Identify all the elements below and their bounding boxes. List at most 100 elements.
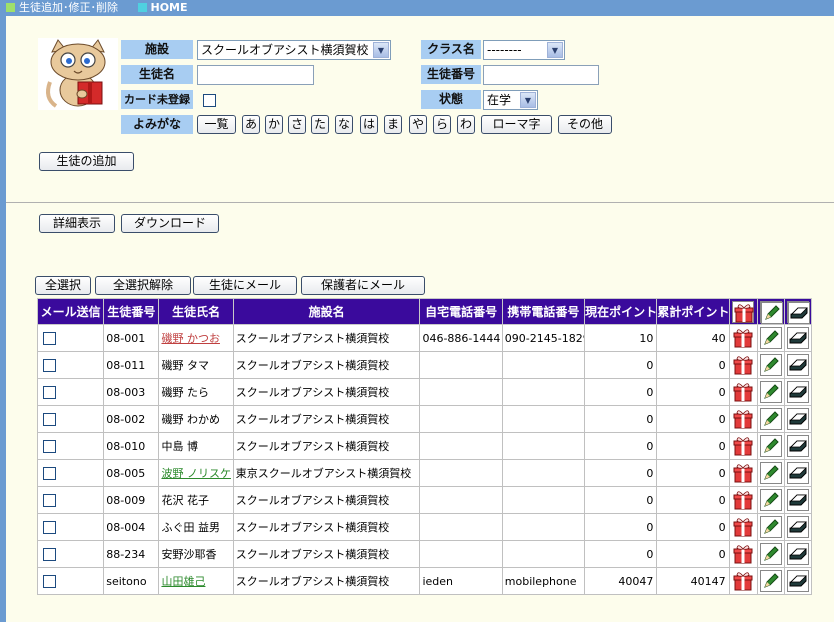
total-points-cell: 0 [656,513,730,541]
eraser-icon[interactable] [786,489,809,511]
class-select[interactable]: -------- ▼ [483,40,565,60]
pencil-icon[interactable] [759,435,782,457]
eraser-icon[interactable] [786,327,809,349]
card-unregistered-label: カード未登録 [121,90,193,109]
student-number-input[interactable] [483,65,599,85]
download-button[interactable]: ダウンロード [121,214,219,233]
pencil-icon[interactable] [759,489,782,511]
col-header-name[interactable]: 生徒氏名 [158,298,234,325]
eraser-icon[interactable] [786,408,809,430]
yomi-button-all[interactable]: 一覧 [197,115,236,134]
mail-checkbox[interactable] [43,412,56,426]
gift-icon [732,300,755,323]
title-square-icon [6,3,15,12]
yomi-button-sa[interactable]: さ [288,115,306,134]
eraser-icon[interactable] [786,381,809,403]
mail-student-button[interactable]: 生徒にメール [193,276,297,295]
pencil-icon[interactable] [759,462,782,484]
total-points-cell: 0 [656,540,730,568]
total-points-cell: 0 [656,405,730,433]
gift-icon[interactable] [732,570,754,592]
yomi-button-ma[interactable]: ま [384,115,402,134]
yomi-button-wa[interactable]: わ [457,115,475,134]
col-header-current-points[interactable]: 現在ポイント [584,298,658,325]
mail-checkbox[interactable] [43,385,56,399]
table-row: 08-001 磯野 かつお スクールオブアシスト横須賀校 046-886-144… [36,324,813,352]
facility-select[interactable]: スクールオブアシスト横須賀校 ▼ [197,40,391,60]
eraser-icon[interactable] [786,354,809,376]
eraser-icon[interactable] [786,543,809,565]
student-number-cell: 08-005 [103,459,160,487]
yomi-button-ka[interactable]: か [265,115,283,134]
yomi-button-romaji[interactable]: ローマ字 [481,115,552,134]
table-row: seitono 山田雄己 スクールオブアシスト横須賀校 ieden mobile… [36,567,813,595]
student-name[interactable]: 波野 ノリスケ [161,467,231,480]
gift-icon[interactable] [732,462,754,484]
home-phone-cell [419,486,503,514]
student-name: 安野沙耶香 [161,548,217,561]
pencil-icon[interactable] [759,570,782,592]
student-number-cell: 08-003 [103,378,160,406]
mail-checkbox[interactable] [43,574,56,588]
pencil-icon[interactable] [759,354,782,376]
yomi-button-ta[interactable]: た [311,115,329,134]
mail-checkbox[interactable] [43,331,56,345]
mail-checkbox[interactable] [43,439,56,453]
status-select[interactable]: 在学 ▼ [483,90,538,110]
yomi-button-ra[interactable]: ら [433,115,451,134]
mail-checkbox[interactable] [43,520,56,534]
card-unregistered-checkbox[interactable] [203,94,216,107]
eraser-icon[interactable] [786,570,809,592]
col-header-total-points[interactable]: 累計ポイント [656,298,730,325]
yomi-button-ya[interactable]: や [409,115,427,134]
yomi-button-a[interactable]: あ [242,115,260,134]
gift-icon[interactable] [732,381,754,403]
deselect-all-button[interactable]: 全選択解除 [95,276,191,295]
mail-cell [36,513,105,541]
gift-icon[interactable] [732,543,754,565]
student-name[interactable]: 磯野 かつお [161,332,220,345]
col-header-mail: メール送信 [36,298,105,325]
mail-cell [36,567,105,595]
gift-icon[interactable] [732,489,754,511]
mail-checkbox[interactable] [43,547,56,561]
gift-icon[interactable] [732,435,754,457]
gift-icon[interactable] [732,516,754,538]
col-header-number[interactable]: 生徒番号 [103,298,160,325]
home-link[interactable]: HOME [151,1,188,14]
yomigana-label: よみがな [121,115,193,134]
home-phone-cell [419,540,503,568]
gift-icon[interactable] [732,408,754,430]
student-name-input[interactable] [197,65,314,85]
edit-cell [756,324,785,352]
yomi-button-other[interactable]: その他 [558,115,612,134]
eraser-icon[interactable] [786,516,809,538]
pencil-icon[interactable] [759,543,782,565]
gift-icon[interactable] [732,327,754,349]
total-points-cell: 0 [656,432,730,460]
yomi-button-na[interactable]: な [335,115,353,134]
mail-cell [36,405,105,433]
select-all-button[interactable]: 全選択 [35,276,91,295]
facility-cell: スクールオブアシスト横須賀校 [232,432,421,460]
pencil-icon[interactable] [759,381,782,403]
eraser-icon[interactable] [786,462,809,484]
col-header-delete [783,298,813,325]
pencil-icon[interactable] [759,408,782,430]
yomi-button-ha[interactable]: は [360,115,378,134]
student-name-cell: 安野沙耶香 [158,540,234,568]
table-row: 88-234 安野沙耶香 スクールオブアシスト横須賀校 0 0 [36,540,813,568]
eraser-icon[interactable] [786,435,809,457]
col-header-facility[interactable]: 施設名 [232,298,421,325]
mail-checkbox[interactable] [43,493,56,507]
pencil-icon[interactable] [759,516,782,538]
pencil-icon[interactable] [759,327,782,349]
mail-guardian-button[interactable]: 保護者にメール [301,276,425,295]
mail-checkbox[interactable] [43,358,56,372]
detail-view-button[interactable]: 詳細表示 [39,214,115,233]
student-table: メール送信 生徒番号 生徒氏名 施設名 自宅電話番号 携帯電話番号 現在ポイント… [36,298,813,595]
add-student-button[interactable]: 生徒の追加 [39,152,134,171]
gift-icon[interactable] [732,354,754,376]
mail-checkbox[interactable] [43,466,56,480]
student-name[interactable]: 山田雄己 [161,575,205,588]
